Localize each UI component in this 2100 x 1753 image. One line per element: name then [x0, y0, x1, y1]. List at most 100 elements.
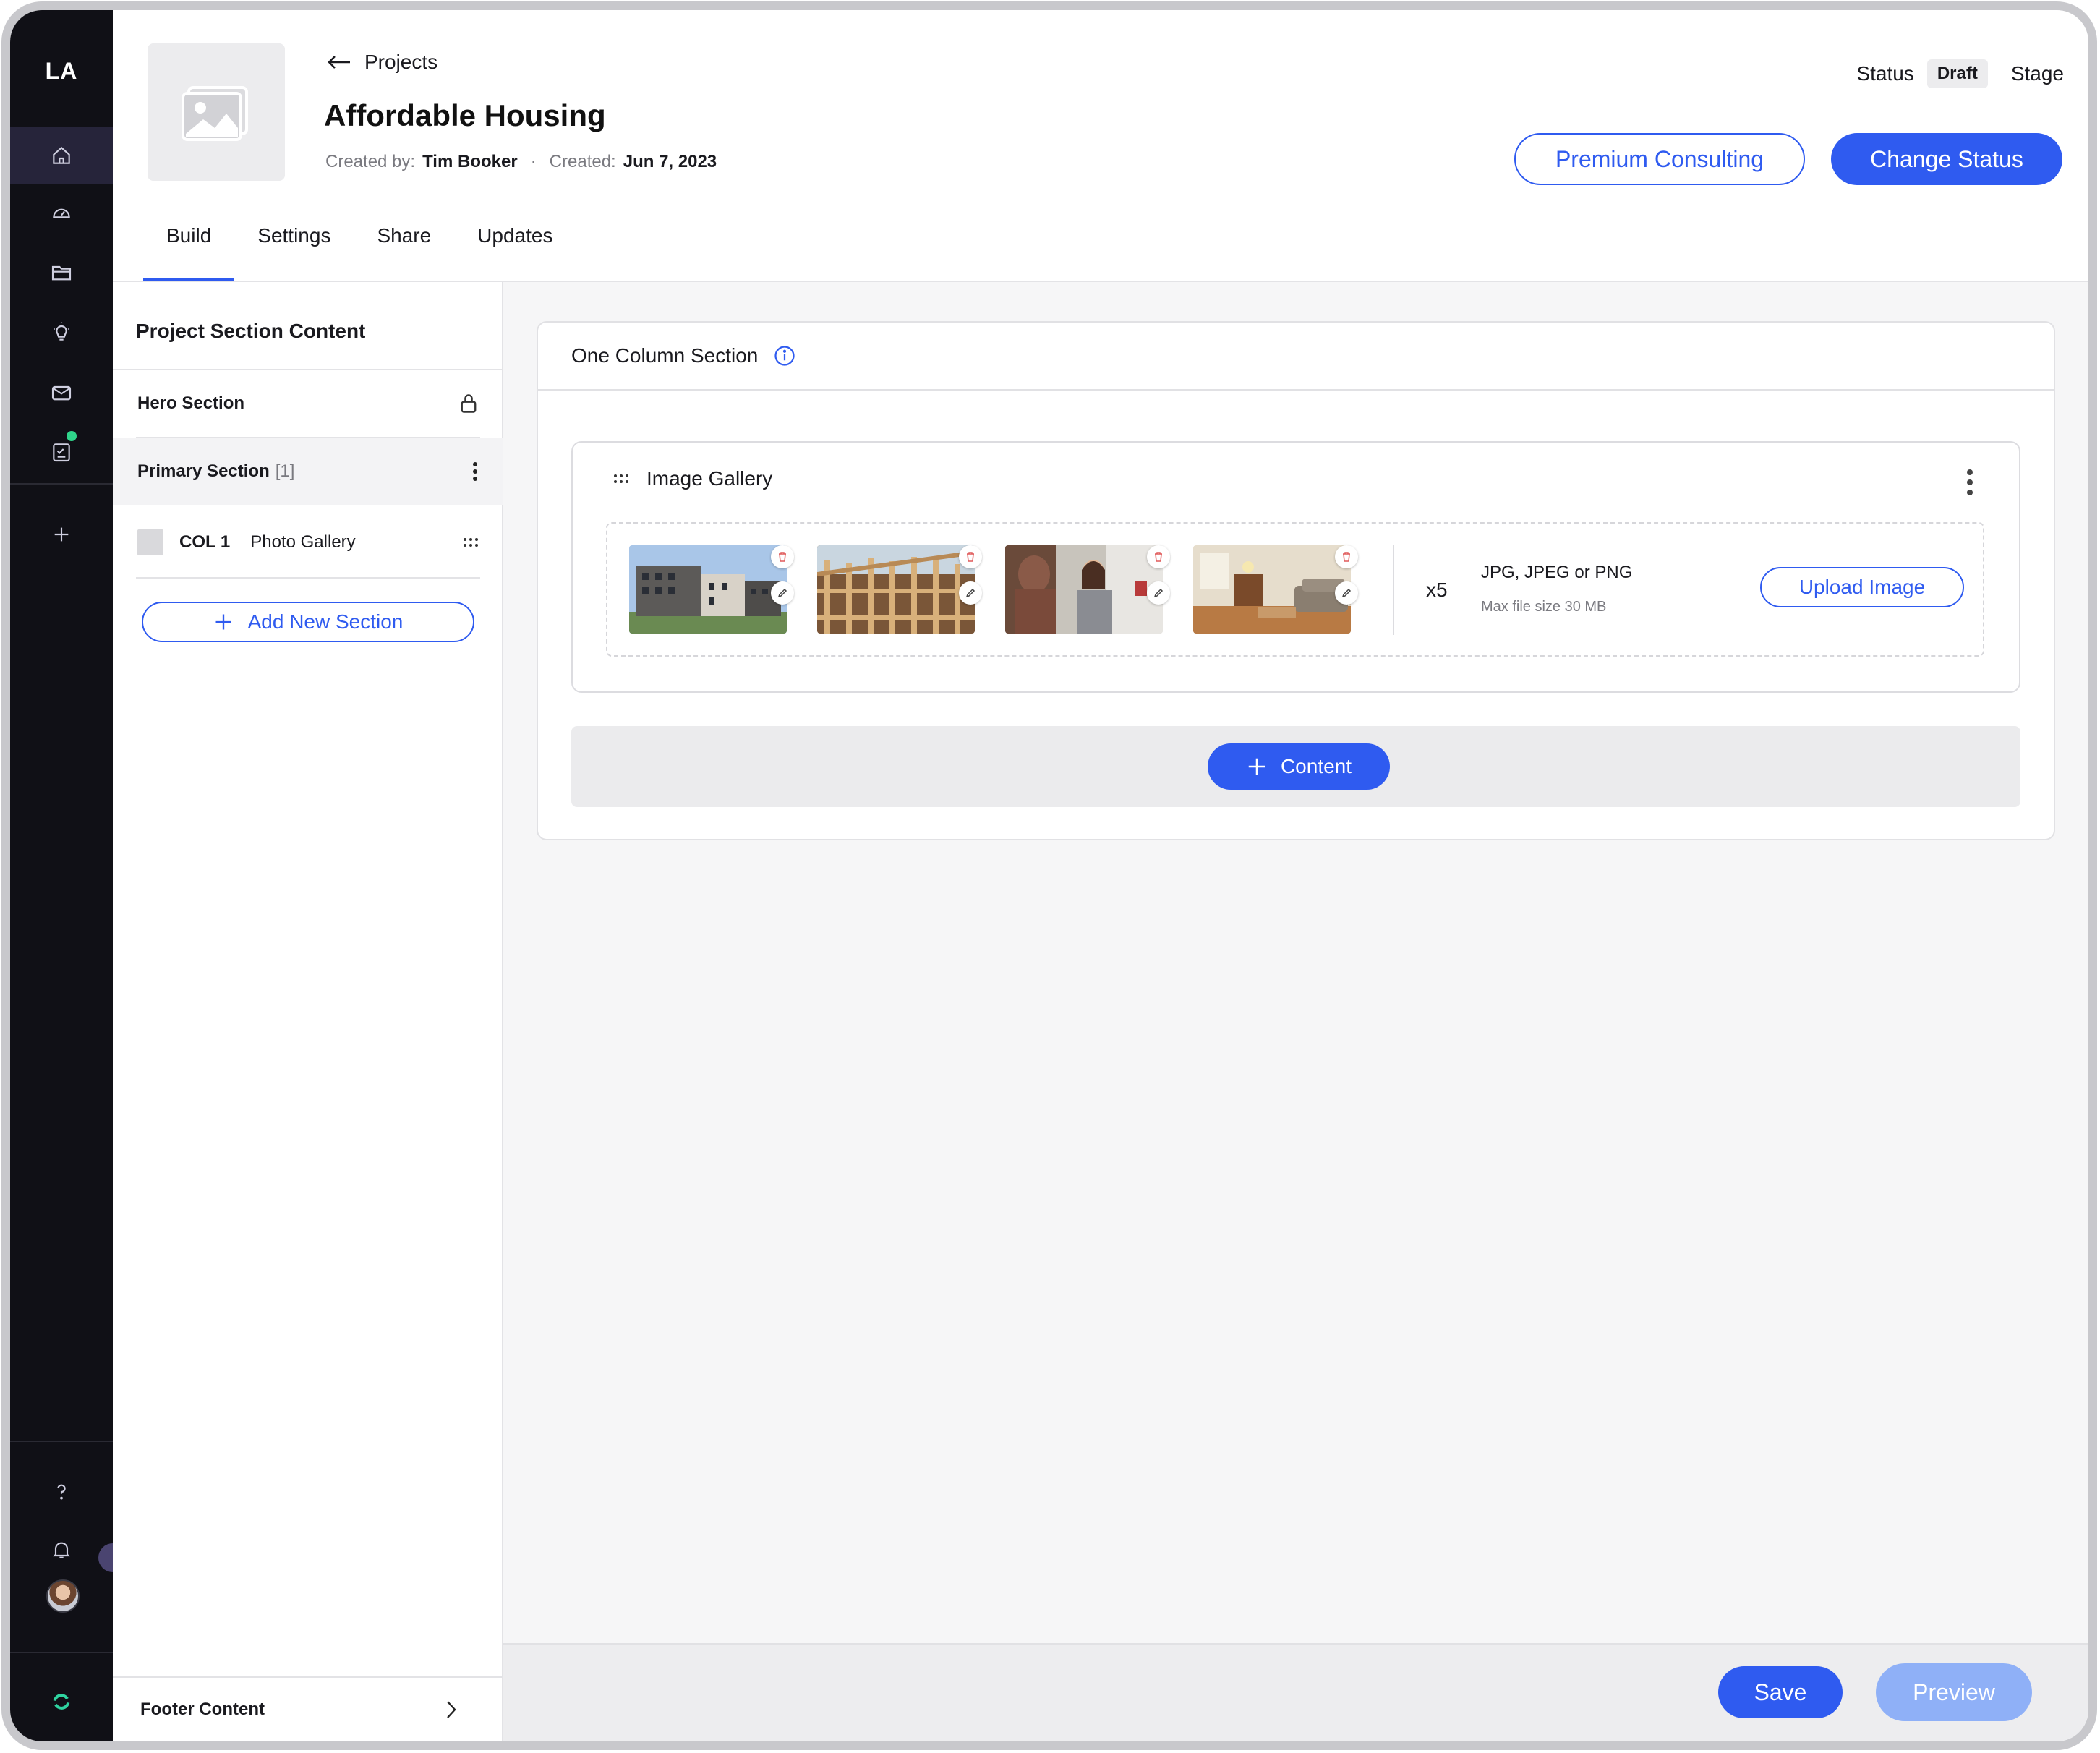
add-new-section-label: Add New Section	[247, 610, 404, 633]
preview-button[interactable]: Preview	[1876, 1663, 2032, 1721]
sidebar: LA	[10, 10, 127, 1741]
image-gallery-block: Image Gallery x5 JPG, JPEG or PNG Max fi…	[571, 441, 2020, 693]
tabs: Build Settings Share Updates	[143, 214, 576, 281]
more-vertical-icon[interactable]	[1965, 469, 1974, 496]
gallery-title: Image Gallery	[646, 467, 773, 490]
premium-consulting-button[interactable]: Premium Consulting	[1514, 133, 1805, 185]
add-content-bar: Content	[571, 726, 2020, 807]
nav-notifications[interactable]	[10, 1522, 113, 1578]
edit-image-button[interactable]	[1335, 581, 1358, 605]
drag-handle-icon[interactable]	[463, 537, 479, 547]
max-file-size: Max file size 30 MB	[1481, 599, 1607, 615]
delete-image-button[interactable]	[959, 545, 982, 568]
edit-image-button[interactable]	[771, 581, 794, 605]
checklist-icon	[53, 443, 70, 462]
section-title: One Column Section	[571, 344, 759, 367]
nav-tasks[interactable]	[10, 424, 113, 480]
back-link[interactable]: Projects	[327, 51, 438, 74]
pencil-icon	[1153, 588, 1164, 598]
status-badge: Draft	[1926, 59, 1988, 88]
bell-icon	[53, 1542, 70, 1558]
section-panel-title: Project Section Content	[136, 320, 366, 342]
tab-settings[interactable]: Settings	[234, 214, 354, 281]
info-icon[interactable]	[774, 345, 795, 367]
tab-updates[interactable]: Updates	[454, 214, 576, 281]
help-icon	[57, 1484, 66, 1500]
sync-icon	[53, 1694, 70, 1710]
gallery-image[interactable]	[1193, 545, 1351, 634]
nav-projects[interactable]	[10, 244, 113, 301]
lightbulb-icon	[54, 322, 69, 341]
hero-section-label: Hero Section	[137, 393, 245, 413]
folder-icon	[51, 265, 72, 281]
delete-image-button[interactable]	[1147, 545, 1170, 568]
sidebar-divider-bottom	[10, 1441, 113, 1442]
trash-icon	[1155, 552, 1162, 562]
gallery-image[interactable]	[629, 545, 787, 634]
edit-image-button[interactable]	[959, 581, 982, 605]
add-new-section-button[interactable]: Add New Section	[142, 602, 474, 642]
mail-icon	[51, 385, 72, 401]
divider	[136, 577, 480, 579]
back-link-label: Projects	[364, 51, 438, 73]
nav-home[interactable]	[10, 127, 113, 184]
tab-build[interactable]: Build	[143, 214, 235, 281]
avatar[interactable]	[46, 1579, 80, 1613]
page-title: Affordable Housing	[324, 98, 606, 132]
column-content: Photo Gallery	[250, 532, 356, 552]
status-area: Status Draft Stage	[1856, 59, 2064, 88]
primary-section-label: Primary Section	[137, 461, 270, 481]
nav-messages[interactable]	[10, 364, 113, 421]
nav-sync[interactable]	[10, 1673, 113, 1730]
more-vertical-icon[interactable]	[471, 461, 479, 482]
app-logo[interactable]: LA	[10, 58, 113, 85]
footer-content-item[interactable]: Footer Content	[113, 1676, 503, 1741]
home-icon	[53, 146, 70, 164]
pencil-icon	[777, 588, 788, 598]
footer-content-label: Footer Content	[140, 1699, 265, 1719]
project-thumbnail[interactable]	[148, 43, 285, 181]
arrow-left-icon	[328, 56, 350, 69]
pencil-icon	[1341, 588, 1352, 598]
stage-label: Stage	[2010, 62, 2064, 85]
created-by-value: Tim Booker	[422, 152, 518, 171]
trash-icon	[1343, 552, 1350, 562]
nav-ideas[interactable]	[10, 304, 113, 360]
created-by-label: Created by:	[325, 152, 416, 171]
section-panel: Project Section Content Hero Section Pri…	[113, 282, 503, 1741]
tab-share[interactable]: Share	[354, 214, 454, 281]
project-meta: Created by: Tim Booker · Created: Jun 7,…	[325, 152, 717, 172]
image-dropzone[interactable]: x5 JPG, JPEG or PNG Max file size 30 MB …	[606, 522, 1984, 657]
interior-photo	[1193, 545, 1351, 634]
builder-canvas: One Column Section Image Gallery x5 JPG,…	[503, 282, 2088, 1741]
plus-icon	[54, 527, 69, 542]
gallery-image[interactable]	[817, 545, 975, 634]
column-item[interactable]: COL 1 Photo Gallery	[113, 509, 503, 576]
construction-photo	[817, 545, 975, 634]
upload-image-button[interactable]: Upload Image	[1760, 567, 1964, 607]
sidebar-divider	[10, 483, 113, 485]
change-status-button[interactable]: Change Status	[1831, 133, 2062, 185]
save-button[interactable]: Save	[1718, 1666, 1843, 1718]
edit-image-button[interactable]	[1147, 581, 1170, 605]
drag-handle-icon[interactable]	[613, 474, 629, 484]
image-placeholder-icon	[182, 86, 248, 141]
primary-section-item[interactable]: Primary Section [1]	[113, 438, 503, 505]
nav-help[interactable]	[10, 1464, 113, 1520]
add-content-button[interactable]: Content	[1208, 743, 1390, 790]
nav-dashboard[interactable]	[10, 185, 113, 242]
dashboard-gauge-icon	[53, 208, 70, 218]
nav-add[interactable]	[10, 506, 113, 563]
image-count: x5	[1426, 579, 1448, 601]
notification-dot	[67, 431, 77, 441]
one-column-section-card: One Column Section Image Gallery x5 JPG,…	[537, 321, 2055, 840]
gallery-image[interactable]	[1005, 545, 1163, 634]
column-swatch	[137, 529, 163, 555]
delete-image-button[interactable]	[1335, 545, 1358, 568]
people-photo	[1005, 545, 1163, 634]
hero-section-item[interactable]: Hero Section	[113, 370, 503, 437]
page-header: Projects Affordable Housing Created by: …	[113, 10, 2088, 282]
action-bar: Save Preview	[503, 1643, 2088, 1741]
delete-image-button[interactable]	[771, 545, 794, 568]
column-label: COL 1	[179, 532, 231, 552]
